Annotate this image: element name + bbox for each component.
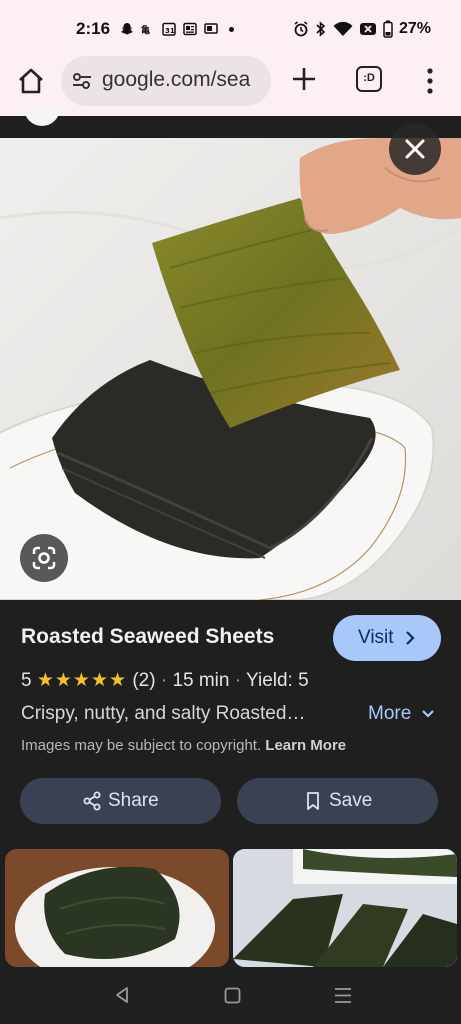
share-icon bbox=[83, 791, 101, 811]
chevron-right-icon bbox=[406, 631, 415, 645]
related-image-2[interactable] bbox=[233, 849, 457, 967]
url-text[interactable]: google.com/sea bbox=[102, 68, 250, 92]
save-label: Save bbox=[329, 790, 373, 811]
copyright-text: Images may be subject to copyright. bbox=[21, 737, 262, 754]
close-icon bbox=[405, 139, 425, 159]
share-label: Share bbox=[108, 790, 159, 811]
related-image-1[interactable] bbox=[5, 849, 229, 967]
recipe-description: Crispy, nutty, and salty Roasted… bbox=[21, 703, 306, 724]
news-icon bbox=[183, 22, 197, 36]
overflow-menu-icon[interactable] bbox=[420, 67, 440, 95]
status-time: 2:16 bbox=[76, 19, 111, 38]
cook-time: 15 min bbox=[172, 670, 230, 691]
system-icons: 27% bbox=[293, 19, 431, 39]
site-settings-icon[interactable] bbox=[71, 70, 93, 92]
related-photo-2 bbox=[233, 849, 457, 967]
status-bar: 2:16 亀 31 27% bbox=[0, 0, 461, 56]
visit-label: Visit bbox=[358, 627, 394, 648]
rating-value: 5 bbox=[21, 670, 32, 691]
chevron-down-icon[interactable] bbox=[421, 707, 435, 721]
home-nav-icon[interactable] bbox=[224, 987, 241, 1004]
review-count: (2) bbox=[132, 670, 156, 691]
related-images bbox=[0, 844, 461, 970]
bookmark-icon bbox=[307, 792, 319, 810]
avatar[interactable] bbox=[24, 106, 60, 126]
tab-switcher-button[interactable]: :D bbox=[356, 66, 382, 92]
address-bar[interactable]: google.com/sea bbox=[61, 56, 271, 106]
back-icon[interactable] bbox=[113, 986, 131, 1004]
wifi-icon bbox=[333, 21, 353, 36]
bluetooth-icon bbox=[316, 21, 326, 37]
star-rating: ★★★★★ bbox=[36, 670, 128, 691]
new-tab-icon[interactable] bbox=[290, 65, 318, 93]
lens-icon bbox=[32, 546, 56, 570]
browser-toolbar: google.com/sea :D bbox=[0, 56, 461, 116]
svg-text:亀: 亀 bbox=[141, 24, 150, 36]
data-saver-icon bbox=[359, 23, 376, 35]
visit-button[interactable]: Visit bbox=[333, 615, 441, 661]
calendar-icon: 31 bbox=[162, 22, 176, 36]
cast-icon bbox=[204, 23, 218, 34]
save-button[interactable]: Save bbox=[237, 778, 438, 824]
notification-icons: 亀 31 bbox=[120, 19, 234, 39]
system-navigation-bar bbox=[0, 968, 461, 1024]
close-button[interactable] bbox=[389, 123, 441, 175]
recipe-title[interactable]: Roasted Seaweed Sheets bbox=[21, 625, 274, 649]
svg-text:31: 31 bbox=[165, 27, 175, 35]
copyright-notice: Images may be subject to copyright. Lear… bbox=[21, 737, 346, 754]
home-icon[interactable] bbox=[16, 66, 46, 96]
recipe-yield: Yield: 5 bbox=[246, 670, 309, 691]
alarm-icon bbox=[294, 21, 308, 37]
seaweed-photo bbox=[0, 138, 461, 600]
recipe-info-panel: Roasted Seaweed Sheets Visit 5 ★★★★★ (2)… bbox=[0, 600, 461, 844]
recipe-meta: 5 ★★★★★ (2) · 15 min · Yield: 5 bbox=[21, 670, 309, 691]
learn-more-link[interactable]: Learn More bbox=[265, 737, 346, 754]
more-notifications-dot bbox=[229, 26, 234, 32]
app-icon: 亀 bbox=[141, 24, 150, 36]
battery-icon bbox=[383, 20, 393, 38]
more-button[interactable]: More bbox=[368, 703, 411, 725]
battery-percent: 27% bbox=[398, 20, 431, 37]
google-lens-button[interactable] bbox=[20, 534, 68, 582]
snapchat-icon bbox=[121, 23, 133, 35]
recent-apps-icon[interactable] bbox=[334, 987, 352, 1004]
related-photo-1 bbox=[5, 849, 229, 967]
share-button[interactable]: Share bbox=[20, 778, 221, 824]
recipe-image[interactable] bbox=[0, 138, 461, 600]
